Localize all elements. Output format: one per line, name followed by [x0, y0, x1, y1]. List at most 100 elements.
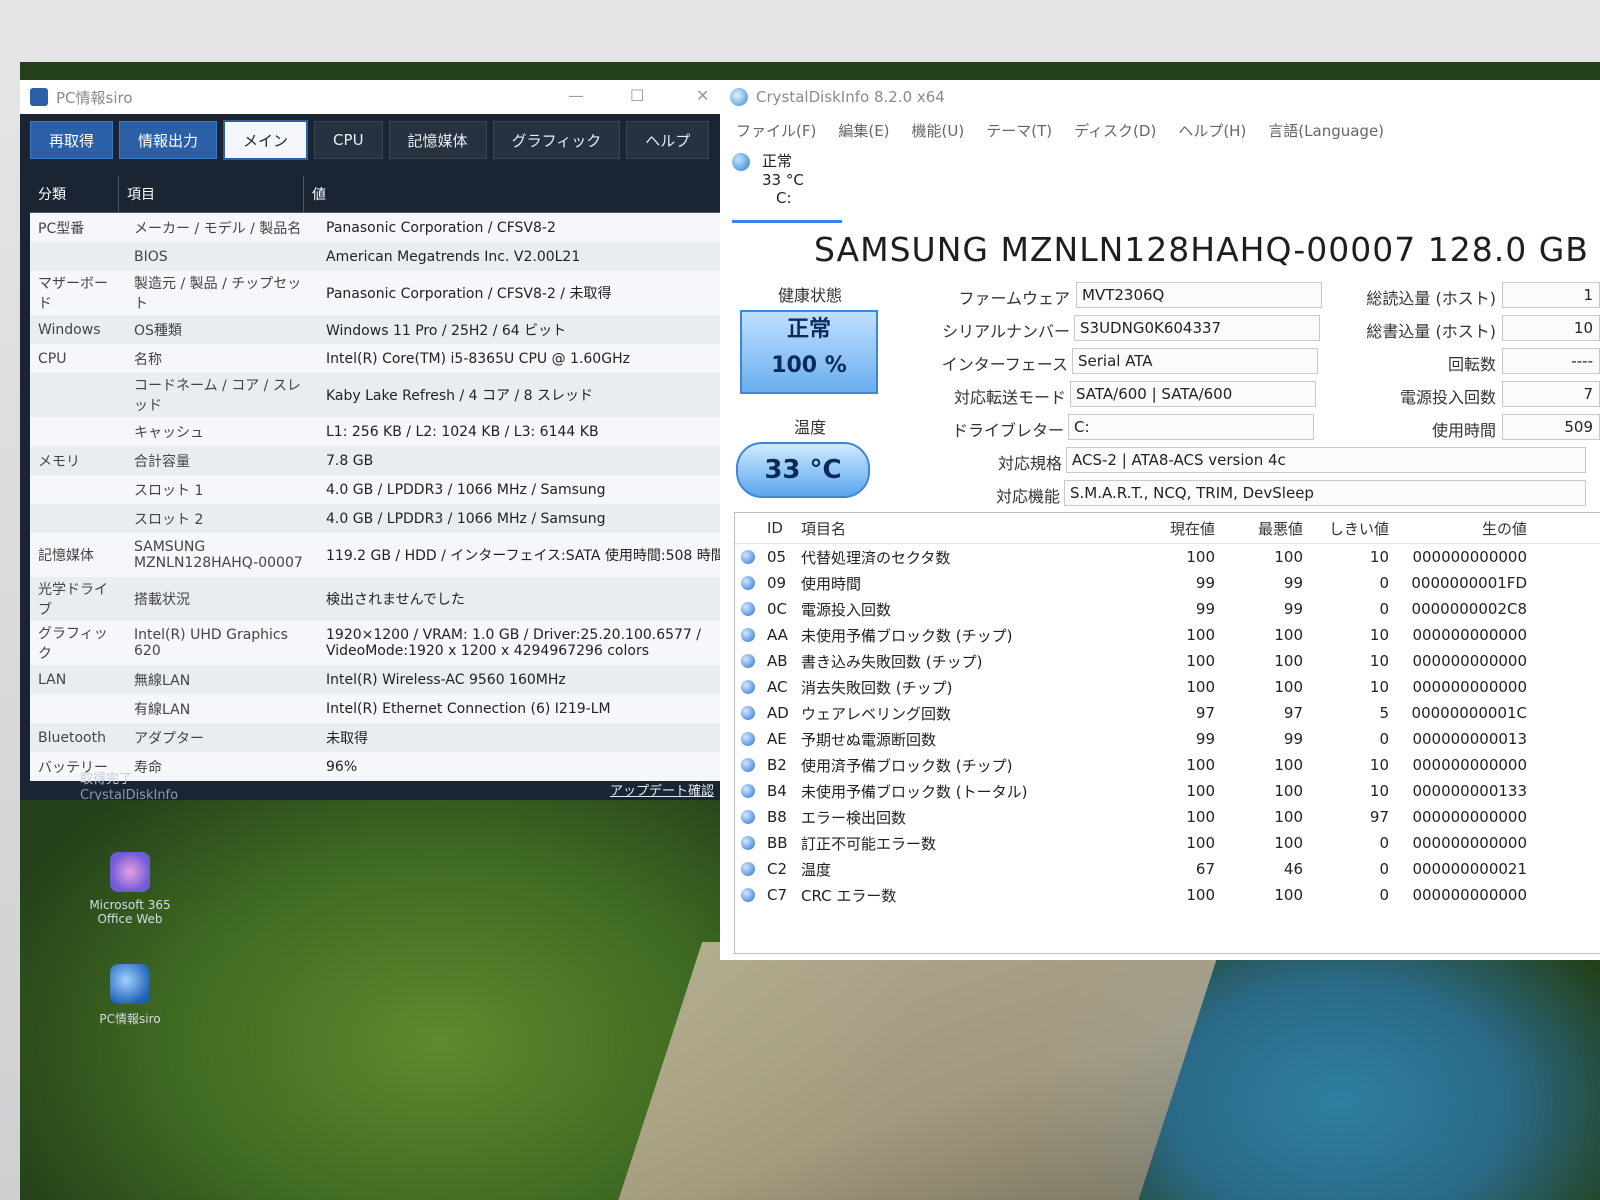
menu-help[interactable]: ヘルプ(H) [1178, 120, 1246, 141]
row-item: 合計容量 [134, 453, 190, 470]
status-dot-icon [741, 550, 755, 564]
smart-row[interactable]: B8 エラー検出回数 100 100 97 000000000000 [735, 804, 1600, 830]
smart-row[interactable]: B4 未使用予備ブロック数 (トータル) 100 100 10 000000000133 [735, 778, 1600, 804]
row-category: Bluetooth [38, 729, 106, 746]
table-row[interactable]: スロット 2 4.0 GB / LPDDR3 / 1066 MHz / Samsu… [30, 504, 738, 533]
disk-selector[interactable]: 正常 33 °C C: [732, 150, 842, 223]
export-button[interactable]: 情報出力 [119, 121, 218, 159]
status-dot-icon [741, 888, 755, 902]
disk-temp: 33 °C [762, 171, 804, 189]
table-row[interactable]: 光学ドライブ 搭載状況 検出されませんでした [30, 577, 738, 621]
smart-threshold: 0 [1379, 886, 1389, 904]
tab-cpu[interactable]: CPU [314, 121, 383, 159]
disk-status: 正常 [762, 152, 793, 170]
smart-row[interactable]: AB 書き込み失敗回数 (チップ) 100 100 10 000000000000 [735, 648, 1600, 674]
table-row[interactable]: スロット 1 4.0 GB / LPDDR3 / 1066 MHz / Samsu… [30, 475, 738, 504]
crystaldiskinfo-window: CrystalDiskInfo 8.2.0 x64 ファイル(F) 編集(E) … [720, 80, 1600, 960]
tab-graphics[interactable]: グラフィック [492, 121, 621, 159]
temperature-label: 温度 [793, 418, 826, 437]
row-item: 搭載状況 [134, 592, 190, 608]
table-row[interactable]: グラフィック Intel(R) UHD Graphics 620 1920×1200… [30, 621, 738, 665]
smart-row[interactable]: B2 使用済予備ブロック数 (チップ) 100 100 10 000000000000 [735, 752, 1600, 778]
desktop-icon-office[interactable]: Microsoft 365 Office Web [80, 852, 180, 926]
row-value: Panasonic Corporation / CFSV8-2 / 未取得 [326, 286, 612, 302]
smart-current: 97 [1195, 704, 1215, 722]
smart-threshold: 10 [1369, 678, 1389, 696]
total-read-label: 総読込量 (ホスト) [1366, 289, 1496, 308]
smart-table: ID 項目名 現在値 最悪値 しきい値 生の値 05 代替処理済のセクタ数 100 1… [734, 512, 1600, 954]
header-raw: 生の値 [1481, 519, 1527, 538]
row-item: SAMSUNG MZNLN128HAHQ-00007 [134, 539, 303, 571]
smart-name: 使用時間 [801, 574, 862, 593]
pcsiro-titlebar[interactable]: PC情報siro — ☐ ✕ [20, 80, 738, 114]
smart-name: CRC エラー数 [801, 886, 897, 905]
close-icon[interactable]: ✕ [696, 86, 709, 105]
smart-raw: 000000000000 [1412, 834, 1527, 852]
drive-letter-field: C: [1068, 414, 1314, 440]
row-value: Intel(R) Core(TM) i5-8365U CPU @ 1.60GHz [326, 350, 630, 367]
menu-edit[interactable]: 編集(E) [838, 120, 889, 141]
status-dot-icon [741, 680, 755, 694]
menu-disk[interactable]: ディスク(D) [1074, 120, 1156, 141]
smart-threshold: 0 [1379, 600, 1389, 618]
cdi-titlebar[interactable]: CrystalDiskInfo 8.2.0 x64 [720, 80, 1600, 114]
smart-row[interactable]: AA 未使用予備ブロック数 (チップ) 100 100 10 000000000000 [735, 622, 1600, 648]
table-row[interactable]: コードネーム / コア / スレッド Kaby Lake Refresh / 4 … [30, 373, 738, 417]
smart-row[interactable]: C2 温度 67 46 0 000000000021 [735, 856, 1600, 882]
table-row[interactable]: PC型番 メーカー / モデル / 製品名 Panasonic Corporatio… [30, 213, 738, 242]
smart-row[interactable]: AD ウェアレベリング回数 97 97 5 00000000001C [735, 700, 1600, 726]
smart-raw: 000000000000 [1412, 808, 1527, 826]
row-item: 寿命 [134, 759, 162, 776]
cdi-menubar: ファイル(F) 編集(E) 機能(U) テーマ(T) ディスク(D) ヘルプ(H… [720, 114, 1600, 146]
row-value: 7.8 GB [326, 452, 374, 469]
table-row[interactable]: メモリ 合計容量 7.8 GB [30, 446, 738, 475]
smart-id: C2 [767, 860, 788, 878]
table-row[interactable]: CPU 名称 Intel(R) Core(TM) i5-8365U CPU @ 1.… [30, 344, 738, 373]
header-id: ID [767, 519, 783, 537]
minimize-icon[interactable]: — [568, 86, 584, 105]
smart-row[interactable]: BB 訂正不可能エラー数 100 100 0 000000000000 [735, 830, 1600, 856]
desktop-icon-label: PC情報siro [99, 1012, 161, 1026]
smart-row[interactable]: 0C 電源投入回数 99 99 0 0000000002C8 [735, 596, 1600, 622]
table-row[interactable]: 記憶媒体 SAMSUNG MZNLN128HAHQ-00007 119.2 GB /… [30, 533, 738, 577]
smart-threshold: 0 [1379, 860, 1389, 878]
tab-storage[interactable]: 記憶媒体 [388, 121, 487, 159]
desktop-icon-pcsiro[interactable]: PC情報siro [80, 964, 180, 1027]
menu-language[interactable]: 言語(Language) [1268, 120, 1384, 141]
menu-theme[interactable]: テーマ(T) [986, 120, 1052, 141]
update-check-link[interactable]: アップデート確認 [610, 780, 714, 799]
reload-button[interactable]: 再取得 [30, 121, 114, 159]
smart-row[interactable]: AC 消去失敗回数 (チップ) 100 100 10 000000000000 [735, 674, 1600, 700]
smart-raw: 0000000001FD [1411, 574, 1527, 592]
tab-main[interactable]: メイン [223, 120, 309, 160]
table-row[interactable]: バッテリー 寿命 96% [30, 752, 738, 781]
row-category [30, 242, 126, 271]
tab-help[interactable]: ヘルプ [626, 121, 710, 159]
smart-row[interactable]: 09 使用時間 99 99 0 0000000001FD [735, 570, 1600, 596]
table-row[interactable]: キャッシュ L1: 256 KB / L2: 1024 KB / L3: 6144… [30, 417, 738, 446]
menu-file[interactable]: ファイル(F) [736, 120, 816, 141]
total-read-field: 1 [1502, 282, 1600, 308]
smart-row[interactable]: C7 CRC エラー数 100 100 0 000000000000 [735, 882, 1600, 908]
row-value: Panasonic Corporation / CFSV8-2 [326, 219, 556, 236]
maximize-icon[interactable]: ☐ [630, 86, 644, 105]
health-status-button[interactable]: 正常 100 % [740, 310, 878, 394]
status-dot-icon [741, 628, 755, 642]
table-row[interactable]: 有線LAN Intel(R) Ethernet Connection (6) I2… [30, 694, 738, 723]
smart-row[interactable]: 05 代替処理済のセクタ数 100 100 10 000000000000 [735, 544, 1600, 570]
standard-field: ACS-2 | ATA8-ACS version 4c [1066, 447, 1586, 473]
table-row[interactable]: マザーボード 製造元 / 製品 / チップセット Panasonic Corpora… [30, 271, 738, 315]
smart-raw: 000000000000 [1412, 678, 1527, 696]
menu-function[interactable]: 機能(U) [912, 120, 965, 141]
smart-threshold: 5 [1379, 704, 1389, 722]
row-item: Intel(R) UHD Graphics 620 [134, 627, 288, 659]
smart-current: 99 [1195, 574, 1215, 592]
table-row[interactable]: LAN 無線LAN Intel(R) Wireless-AC 9560 160MHz [30, 665, 738, 694]
smart-threshold: 0 [1379, 834, 1389, 852]
table-row[interactable]: BIOS American Megatrends Inc. V2.00L21 [30, 242, 738, 271]
header-current: 現在値 [1169, 519, 1215, 538]
smart-row[interactable]: AE 予期せぬ電源断回数 99 99 0 000000000013 [735, 726, 1600, 752]
table-row[interactable]: Windows OS種類 Windows 11 Pro / 25H2 / 64 ビッ… [30, 315, 738, 344]
table-row[interactable]: Bluetooth アダプター 未取得 [30, 723, 738, 752]
smart-worst: 100 [1274, 548, 1303, 566]
